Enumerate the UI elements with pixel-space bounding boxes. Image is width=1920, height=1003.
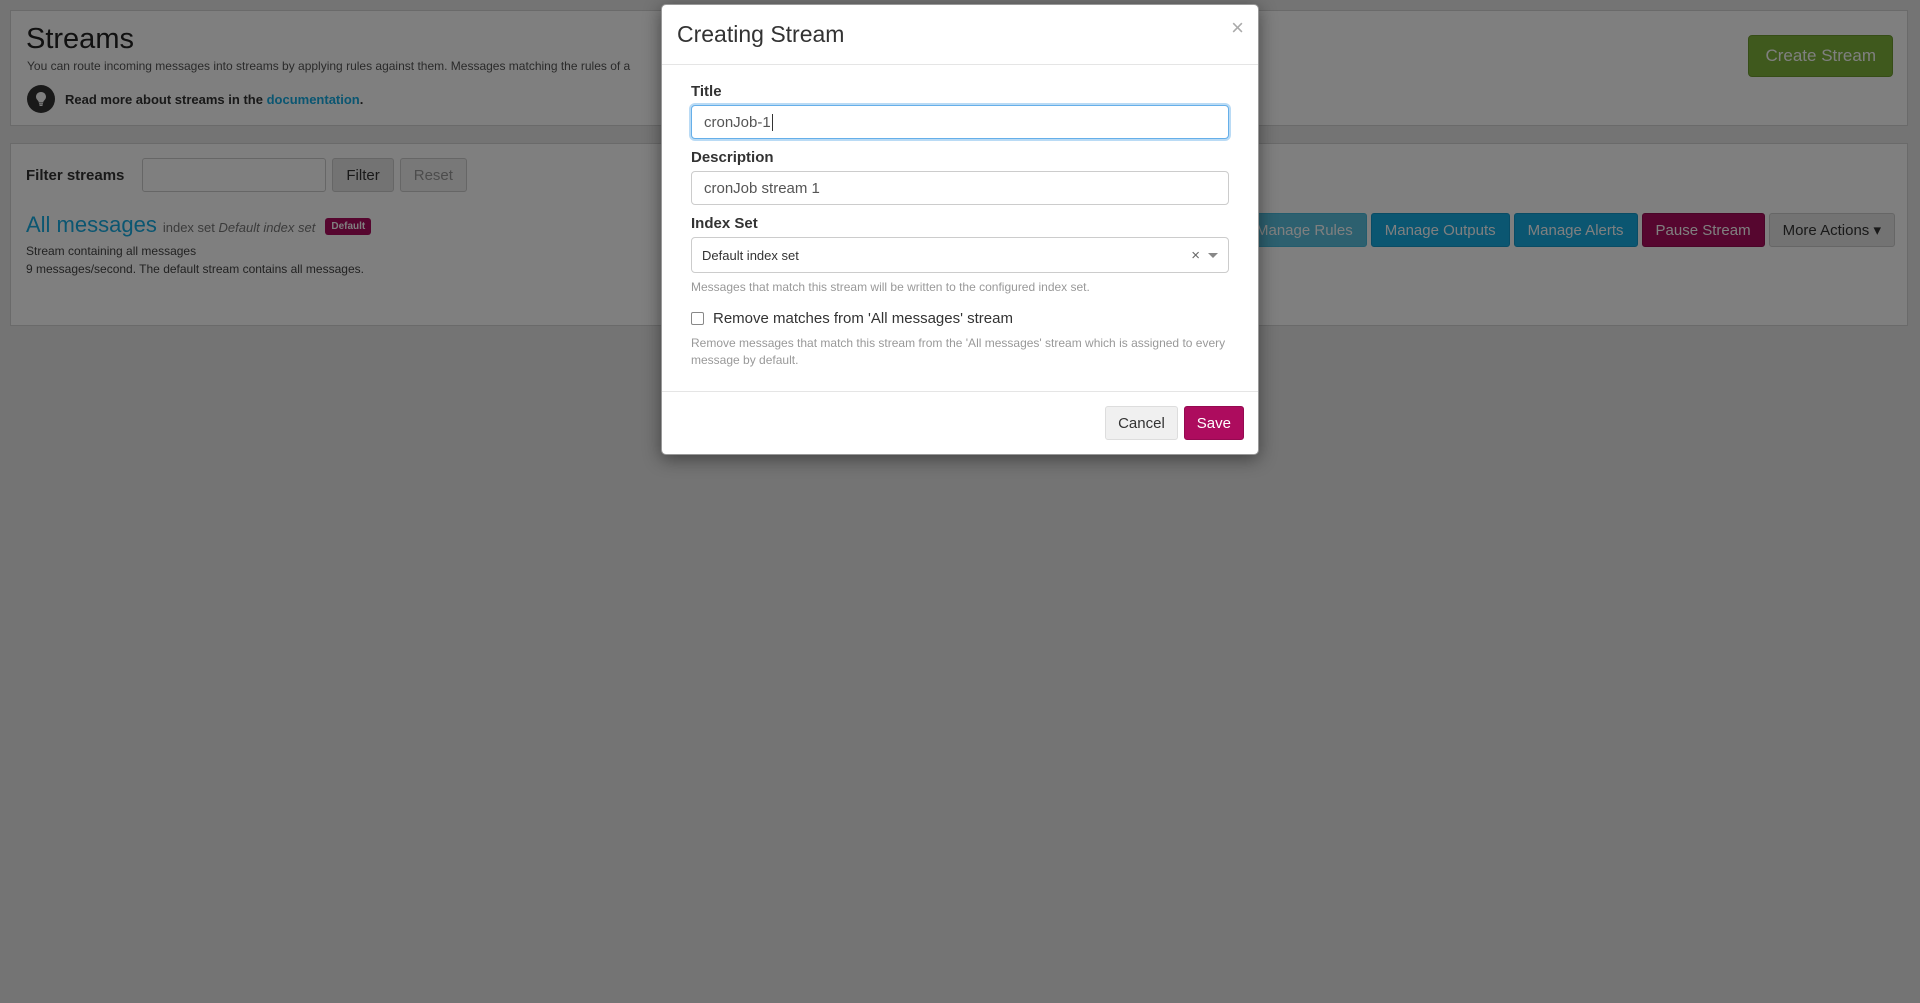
index-set-select[interactable]: Default index set × <box>691 237 1229 273</box>
clear-selection-icon[interactable]: × <box>1191 247 1200 264</box>
modal-footer: Cancel Save <box>662 391 1258 454</box>
modal-title: Creating Stream <box>677 21 845 47</box>
create-stream-modal: Creating Stream × Title cronJob-1 Descri… <box>661 4 1259 455</box>
title-input[interactable]: cronJob-1 <box>691 105 1229 139</box>
modal-header: Creating Stream × <box>662 5 1258 65</box>
remove-matches-row: Remove matches from 'All messages' strea… <box>691 310 1229 327</box>
index-set-selected-value: Default index set <box>702 247 799 263</box>
description-label: Description <box>691 149 774 166</box>
remove-matches-label[interactable]: Remove matches from 'All messages' strea… <box>713 310 1013 327</box>
text-cursor <box>771 113 773 131</box>
index-set-label: Index Set <box>691 215 758 232</box>
description-input-value: cronJob stream 1 <box>704 179 820 197</box>
remove-matches-help: Remove messages that match this stream f… <box>691 336 1226 367</box>
remove-matches-checkbox[interactable] <box>691 312 704 325</box>
title-input-value: cronJob-1 <box>704 113 771 131</box>
chevron-down-icon[interactable] <box>1208 252 1218 258</box>
description-input[interactable]: cronJob stream 1 <box>691 171 1229 205</box>
modal-body: Title cronJob-1 Description cronJob stre… <box>662 65 1258 393</box>
cancel-button[interactable]: Cancel <box>1105 406 1178 440</box>
save-button[interactable]: Save <box>1183 406 1244 440</box>
title-label: Title <box>691 83 722 100</box>
close-icon[interactable]: × <box>1231 17 1244 39</box>
index-set-help: Messages that match this stream will be … <box>691 280 1090 294</box>
